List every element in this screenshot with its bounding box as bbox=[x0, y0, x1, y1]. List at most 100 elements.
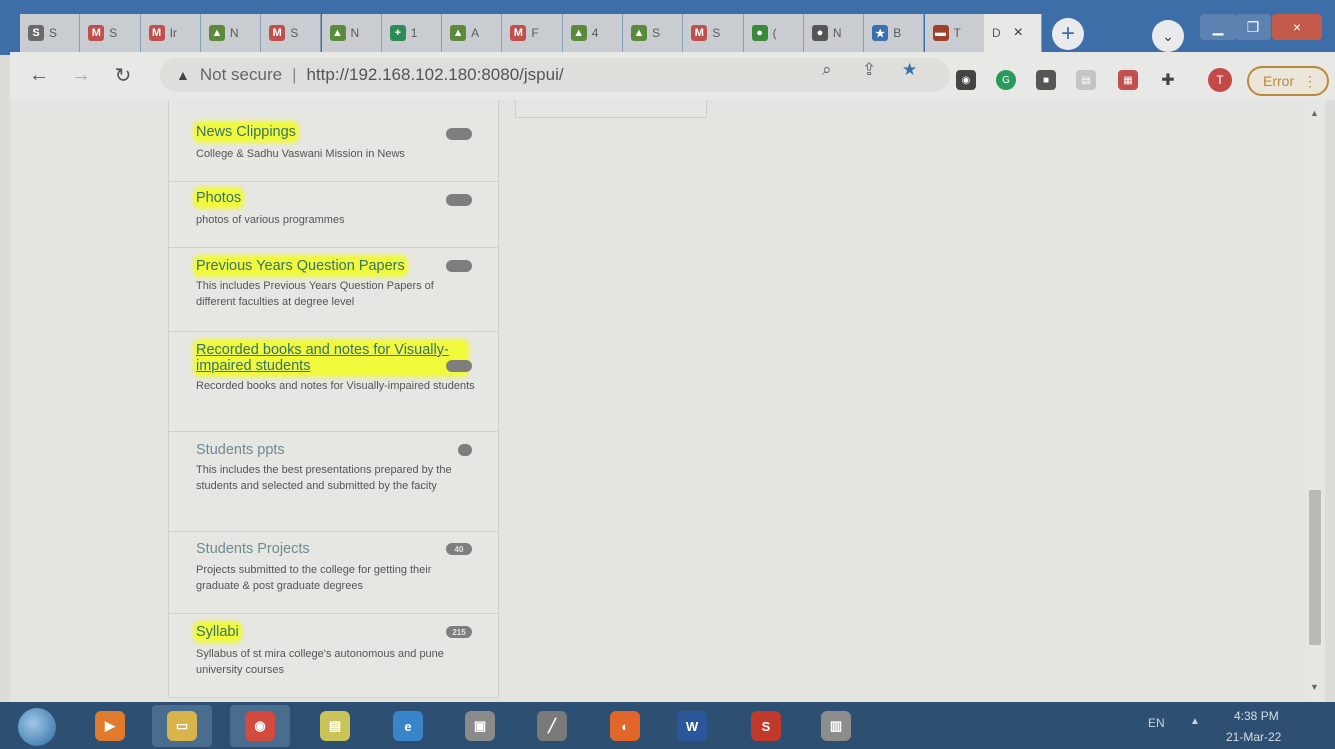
tab-label: Ir bbox=[169, 26, 177, 40]
community-title-link[interactable]: Students Projects bbox=[196, 541, 310, 557]
tab-label: F bbox=[531, 26, 539, 40]
tab[interactable]: ★ B bbox=[864, 14, 925, 52]
tab-search-button[interactable]: ⌄ bbox=[1152, 20, 1184, 52]
extension-square-icon[interactable]: ■ bbox=[1036, 70, 1056, 90]
back-button[interactable]: ← bbox=[26, 62, 52, 88]
scrollbar-thumb[interactable] bbox=[1309, 490, 1321, 645]
tab[interactable]: ● N bbox=[803, 14, 865, 52]
taskbar-app[interactable]: ▤ bbox=[305, 705, 365, 747]
community-description: Projects submitted to the college for ge… bbox=[196, 564, 432, 592]
tab-label: S bbox=[109, 26, 118, 40]
drive-icon: ▲ bbox=[329, 25, 346, 41]
document-icon[interactable]: ▤ bbox=[1076, 70, 1096, 90]
tab[interactable]: MF bbox=[502, 14, 563, 52]
tab-label: N bbox=[229, 26, 239, 40]
new-tab-button[interactable]: + bbox=[1052, 18, 1084, 50]
sidebar-panel-stub bbox=[515, 100, 707, 118]
taskbar-app[interactable]: ▥ bbox=[806, 705, 866, 747]
taskbar-app[interactable]: ▶ bbox=[80, 705, 140, 747]
circle-app-icon: ● bbox=[751, 25, 768, 41]
browser-toolbar: ← → ↻ ▲ Not secure | http://192.168.102.… bbox=[10, 52, 1335, 100]
minimize-button[interactable]: ▁ bbox=[1200, 14, 1236, 40]
start-button[interactable] bbox=[18, 708, 56, 746]
tab-label: A bbox=[471, 26, 480, 40]
tab[interactable]: ▬ T bbox=[924, 14, 985, 52]
tab[interactable]: ▲ S bbox=[623, 14, 684, 52]
extension-bell-icon[interactable]: ◉ bbox=[956, 70, 976, 90]
community-title-link[interactable]: Previous Years Question Papers bbox=[196, 258, 405, 274]
archive-icon: ▥ bbox=[821, 711, 851, 741]
grammarly-icon[interactable]: G bbox=[996, 70, 1016, 90]
scroll-up-icon[interactable]: ▲ bbox=[1310, 108, 1319, 118]
community-item[interactable]: Previous Years Question Papers This inclu… bbox=[169, 248, 498, 332]
taskbar-app[interactable]: e bbox=[378, 705, 438, 747]
taskbar-app[interactable]: W bbox=[662, 705, 722, 747]
community-title-link[interactable]: Students ppts bbox=[196, 442, 285, 458]
zoom-icon[interactable]: ⌕ bbox=[822, 60, 832, 80]
error-button[interactable]: Error ⋮ bbox=[1247, 66, 1329, 96]
taskbar-app[interactable]: ◉ bbox=[230, 705, 290, 747]
taskbar-app[interactable]: S bbox=[736, 705, 796, 747]
slideshow-icon: ▣ bbox=[465, 711, 495, 741]
community-title-link[interactable]: Photos bbox=[196, 190, 242, 206]
address-divider: | bbox=[292, 65, 297, 84]
puzzle-icon[interactable]: ✚ bbox=[1158, 70, 1178, 90]
gmail-icon: M bbox=[148, 25, 165, 41]
gmail-icon: M bbox=[269, 25, 286, 41]
chrome-globe-icon: S bbox=[28, 25, 44, 41]
community-title-link[interactable]: Recorded books and notes for Visually-im… bbox=[196, 342, 466, 374]
sticky-notes-icon: ▤ bbox=[320, 711, 350, 741]
page-viewport: News Clippings College & Sadhu Vaswani Mi… bbox=[10, 100, 1305, 702]
clock-time[interactable]: 4:38 PM bbox=[1234, 709, 1279, 723]
tab[interactable]: MS bbox=[683, 14, 744, 52]
chevron-down-icon: ⌄ bbox=[1162, 27, 1174, 44]
arrow-left-icon: ← bbox=[29, 63, 49, 86]
taskbar-app[interactable]: ╱ bbox=[522, 705, 582, 747]
tab[interactable]: ▲ N bbox=[321, 14, 382, 52]
drive-icon: ▲ bbox=[450, 25, 467, 41]
internet-explorer-icon: e bbox=[393, 711, 423, 741]
tab[interactable]: ▲ A bbox=[442, 14, 503, 52]
error-label: Error bbox=[1263, 73, 1295, 89]
tab-active[interactable]: D × bbox=[984, 14, 1042, 52]
reload-button[interactable]: ↻ bbox=[110, 62, 136, 88]
bookmark-star-icon[interactable]: ★ bbox=[902, 60, 917, 80]
avatar[interactable]: T bbox=[1208, 68, 1232, 92]
community-title-link[interactable]: News Clippings bbox=[196, 124, 296, 140]
community-item[interactable]: Photos photos of various programmes bbox=[169, 182, 498, 248]
community-item[interactable]: Students ppts This includes the best pres… bbox=[169, 432, 498, 532]
clock-date[interactable]: 21-Mar-22 bbox=[1226, 730, 1281, 744]
item-count-badge: 215 bbox=[446, 626, 472, 638]
tab[interactable]: ▲ N bbox=[200, 14, 262, 52]
tab-label: 1 bbox=[410, 26, 418, 40]
community-item[interactable]: Syllabi Syllabus of st mira college's aut… bbox=[169, 614, 498, 698]
tab[interactable]: SS bbox=[20, 14, 81, 52]
tab-label: S bbox=[712, 26, 721, 40]
language-indicator[interactable]: EN bbox=[1148, 716, 1165, 730]
tab-label: S bbox=[49, 26, 58, 40]
community-item[interactable]: Recorded books and notes for Visually-im… bbox=[169, 332, 498, 432]
tab[interactable]: +1 bbox=[381, 14, 443, 52]
tab[interactable]: M Ir bbox=[140, 14, 201, 52]
tab-label: ( bbox=[772, 26, 777, 40]
tab[interactable]: MS bbox=[80, 14, 141, 52]
extension-picture-icon[interactable]: ▦ bbox=[1118, 70, 1138, 90]
close-icon[interactable]: × bbox=[1014, 24, 1023, 42]
tab[interactable]: MS bbox=[261, 14, 322, 52]
tab[interactable]: ▲ 4 bbox=[562, 14, 623, 52]
community-title-link[interactable]: Syllabi bbox=[196, 624, 239, 640]
community-item[interactable]: Students Projects Projects submitted to t… bbox=[169, 532, 498, 614]
taskbar-app[interactable]: ▭ bbox=[152, 705, 212, 747]
tray-expand-icon[interactable]: ▲ bbox=[1190, 716, 1200, 727]
tab[interactable]: ●( bbox=[743, 14, 804, 52]
maximize-button[interactable]: ❐ bbox=[1235, 14, 1271, 40]
close-window-button[interactable]: × bbox=[1272, 14, 1322, 40]
scroll-down-icon[interactable]: ▼ bbox=[1310, 682, 1319, 692]
item-count-badge bbox=[446, 128, 472, 140]
taskbar-app[interactable]: ▣ bbox=[450, 705, 510, 747]
community-item[interactable]: News Clippings College & Sadhu Vaswani Mi… bbox=[169, 100, 498, 182]
forward-button[interactable]: → bbox=[68, 62, 94, 88]
taskbar-app[interactable]: ◐ bbox=[595, 705, 655, 747]
share-icon[interactable]: ⇪ bbox=[862, 60, 876, 80]
browser-tab-strip: S S M S M Ir ▲ N M S ▲ N +1 ▲ A M F ▲ 4 ▲ S M S ●(● N ★ B ▬ T D × + … bbox=[0, 0, 1335, 55]
